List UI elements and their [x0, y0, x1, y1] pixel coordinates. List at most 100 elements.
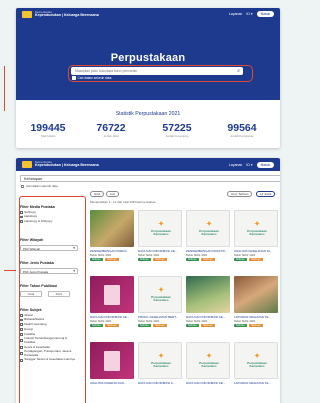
book-card[interactable]: ✦ Perpustakaan Kemenkes PENGEMBANGAN PRAKT…	[186, 210, 230, 261]
logo-mark-icon: ✦	[254, 353, 260, 360]
media-badge: Hardcopy	[248, 258, 263, 261]
book-card[interactable]: PENGEMBANGAN FREKS... Tahun Terbit: 2021 S…	[90, 210, 134, 261]
book-year: Tahun Terbit: 2021	[90, 320, 112, 323]
book-card[interactable]: ✦ Perpustakaan Kemenkes ANALISIS KESEHATAN…	[234, 210, 278, 261]
media-badge: Softcopy	[138, 258, 151, 261]
book-card[interactable]: ✦ Perpustakaan Kemenkes DATA DAN INFORMASI…	[186, 342, 230, 385]
book-title[interactable]: LAPORAN KEGIATAN TE...	[234, 381, 278, 385]
login-button[interactable]: Masuk	[256, 161, 274, 168]
nav-link-layanan[interactable]: Layanan	[229, 163, 242, 167]
search-value: Kehidupan	[24, 177, 43, 181]
book-cover[interactable]: ✦ Perpustakaan Kemenkes	[234, 210, 278, 247]
library-logo-icon: ✦ Perpustakaan Kemenkes	[148, 221, 174, 236]
book-card[interactable]: DATA DAN INFORMASI KE... Tahun Terbit: 20…	[90, 276, 134, 327]
book-card[interactable]: DATA DAN INFORMASI KE... Tahun Terbit: 20…	[186, 276, 230, 327]
book-card[interactable]: ✦ Perpustakaan Kemenkes DATA DAN INFORMASI…	[138, 210, 182, 261]
book-cover[interactable]	[90, 210, 134, 247]
book-cover[interactable]: ✦ Perpustakaan Kemenkes	[138, 210, 182, 247]
book-card[interactable]: ✦ Perpustakaan Kemenkes PROFIL KESEHATAN B…	[138, 276, 182, 327]
library-logo-icon: ✦ Perpustakaan Kemenkes	[196, 221, 222, 236]
book-year: Tahun Terbit: 2021	[186, 320, 208, 323]
view-grid-button[interactable]: Grid	[90, 191, 104, 197]
book-title[interactable]: PENGEMBANGAN FREKS...	[90, 249, 134, 253]
search-results-screenshot: Kementerian Kependudukan | Keluarga Bere…	[16, 158, 280, 403]
book-title[interactable]: DATA DAN INFORMASI KE...	[186, 315, 230, 319]
book-cover[interactable]: ✦ Perpustakaan Kemenkes	[138, 342, 182, 379]
book-title[interactable]: ANALISIS KESEHATAN DI...	[234, 249, 278, 253]
book-title[interactable]: PROFIL KESEHATAN BERT...	[138, 315, 182, 319]
book-cover[interactable]	[186, 276, 230, 313]
login-button[interactable]: Masuk	[256, 11, 274, 17]
stat-peminjaman: 99564 Jumlah Peminjaman	[212, 122, 272, 138]
library-logo-icon: ✦ Perpustakaan Kemenkes	[148, 353, 174, 368]
book-cover[interactable]	[90, 276, 134, 313]
logo-mark-icon: ✦	[158, 221, 164, 228]
book-cover[interactable]: ✦ Perpustakaan Kemenkes	[186, 210, 230, 247]
view-list-button[interactable]: List	[106, 191, 119, 197]
book-card[interactable]: ✦ Perpustakaan Kemenkes DATA DAN INFORMASI…	[138, 342, 182, 385]
library-logo-icon: ✦ Perpustakaan Kemenkes	[148, 287, 174, 302]
search-input[interactable]: Kehidupan	[20, 175, 280, 182]
book-card[interactable]: LAPORAN KEGIATAN TE... Tahun Terbit: 2021…	[234, 276, 278, 327]
logo-mark-icon: ✦	[158, 287, 164, 294]
book-cover[interactable]: ✦ Perpustakaan Kemenkes	[186, 342, 230, 379]
media-badge: Hardcopy	[104, 258, 119, 261]
book-title[interactable]: DATA DAN INFORMASI KE...	[138, 249, 182, 253]
media-badge: Hardcopy	[152, 258, 167, 261]
logo-text: Perpustakaan Kemenkes	[247, 360, 267, 368]
book-title[interactable]: DATA DAN INFORMASI KE...	[90, 315, 134, 319]
rows-per-page-select[interactable]: 12 Judul	[256, 191, 276, 197]
book-year: Tahun Terbit: 2021	[138, 320, 160, 323]
stat-value: 99564	[227, 122, 257, 134]
library-logo-icon: ✦ Perpustakaan Kemenkes	[244, 353, 270, 368]
stat-label: Jumlah Judul	[103, 135, 119, 138]
stat-value: 76722	[96, 122, 126, 134]
book-year: Tahun Terbit: 2021	[234, 320, 256, 323]
book-card[interactable]: ANALISIS KINERJA DAS...	[90, 342, 134, 385]
logo-text: Perpustakaan Kemenkes	[151, 228, 171, 236]
book-cover[interactable]: ✦ Perpustakaan Kemenkes	[234, 342, 278, 379]
language-selector[interactable]: ID ▾	[246, 12, 252, 16]
brand-text: Kementerian Kependudukan | Keluarga Bere…	[35, 161, 99, 168]
media-badges: Softcopy Hardcopy	[138, 258, 182, 261]
sort-select[interactable]: Urut: Terbaru	[227, 191, 253, 197]
ministry-logo-icon	[22, 10, 32, 18]
media-badges: Softcopy Hardcopy	[90, 324, 134, 327]
media-badge: Softcopy	[186, 324, 199, 327]
book-title[interactable]: DATA DAN INFORMASI KE...	[186, 381, 230, 385]
stat-jumlah-judul: 76722 Jumlah Judul	[81, 122, 141, 138]
book-card[interactable]: ✦ Perpustakaan Kemenkes LAPORAN KEGIATAN T…	[234, 342, 278, 385]
composite-screenshot: Kementerian Kependudukan | Keluarga Bere…	[0, 0, 280, 403]
ministry-logo-icon	[22, 161, 32, 168]
top-navbar: Kementerian Kependudukan | Keluarga Bere…	[16, 158, 280, 171]
nav-actions: Layanan ID ▾ Masuk	[229, 161, 274, 168]
language-selector[interactable]: ID ▾	[246, 163, 252, 167]
logo-text: Perpustakaan Kemenkes	[199, 228, 219, 236]
media-badge: Hardcopy	[104, 324, 119, 327]
book-title[interactable]: LAPORAN KEGIATAN TE...	[234, 315, 278, 319]
book-title[interactable]: ANALISIS KINERJA DAS...	[90, 381, 134, 385]
book-year: Tahun Terbit: 2021	[138, 254, 160, 257]
media-badge: Softcopy	[234, 324, 247, 327]
checkbox-icon[interactable]	[21, 184, 24, 188]
nav-actions: Layanan ID ▾ Masuk	[229, 11, 274, 17]
checkbox-label: Cari dalam seluruh data	[26, 184, 58, 188]
stat-total-koleksi: 199445 Total Koleksi	[18, 122, 78, 138]
book-cover[interactable]	[234, 276, 278, 313]
page-title: Perpustakaan	[110, 52, 186, 64]
brand-line1: Kementerian	[35, 9, 53, 14]
search-all-checkbox[interactable]: Cari dalam seluruh data	[21, 184, 58, 188]
logo-mark-icon: ✦	[158, 353, 164, 360]
book-cover[interactable]: ✦ Perpustakaan Kemenkes	[138, 276, 182, 313]
media-badge: Hardcopy	[200, 324, 215, 327]
logo-mark-icon: ✦	[254, 221, 260, 228]
book-title[interactable]: DATA DAN INFORMASI K...	[138, 381, 182, 385]
book-title[interactable]: PENGEMBANGAN PRAKTIK...	[186, 249, 230, 253]
stats-heading: Statistik Perpustakaan 2021	[115, 111, 181, 117]
stat-label: Total Koleksi	[40, 135, 56, 138]
brand-text: Kementerian Kependudukan | Keluarga Bere…	[35, 9, 99, 18]
book-cover[interactable]	[90, 342, 134, 379]
nav-link-layanan[interactable]: Layanan	[229, 12, 242, 16]
logo-mark-icon: ✦	[206, 353, 212, 360]
media-badges: Softcopy Hardcopy	[234, 258, 278, 261]
